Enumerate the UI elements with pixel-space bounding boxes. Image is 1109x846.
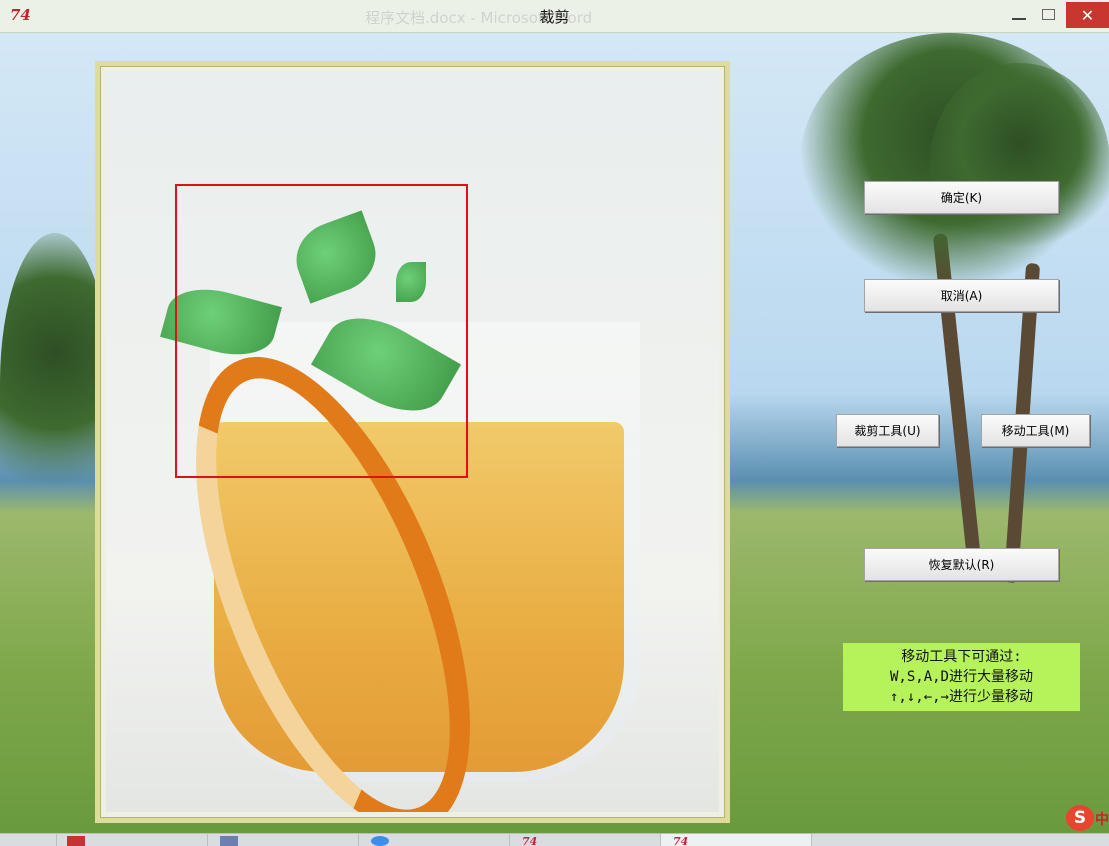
hint-line: ↑,↓,←,→进行少量移动 <box>889 689 1033 705</box>
taskbar: 74 74 <box>0 833 1109 846</box>
maximize-icon <box>1041 8 1055 20</box>
title-bar: 74 程序文档.docx - Microsoft Word 裁剪 ✕ <box>0 0 1109 33</box>
close-button[interactable]: ✕ <box>1066 2 1109 28</box>
palm-tree <box>930 63 1109 263</box>
app-icon: 74 <box>522 835 538 846</box>
ime-icon[interactable]: S <box>1066 805 1094 831</box>
palm-tree <box>0 233 110 533</box>
crop-selection-rectangle[interactable] <box>175 184 468 478</box>
taskbar-item-document[interactable] <box>208 834 359 846</box>
minimize-icon <box>1012 18 1026 20</box>
taskbar-item-app[interactable]: 74 <box>510 834 661 846</box>
cancel-button[interactable]: 取消(A) <box>864 279 1059 312</box>
minimize-button[interactable] <box>1005 0 1033 28</box>
window-title: 裁剪 <box>539 8 570 26</box>
ok-button[interactable]: 确定(K) <box>864 181 1059 214</box>
move-hint-panel: 移动工具下可通过: W,S,A,D进行大量移动 ↑,↓,←,→进行少量移动 <box>843 643 1080 711</box>
taskbar-start[interactable] <box>0 834 57 846</box>
taskbar-item-app-active[interactable]: 74 <box>661 834 812 846</box>
hint-line: 移动工具下可通过: <box>901 649 1022 665</box>
ime-language-indicator[interactable]: 中 <box>1095 809 1109 829</box>
close-icon: ✕ <box>1080 5 1095 25</box>
taskbar-item-browser[interactable] <box>359 834 510 846</box>
hint-line: W,S,A,D进行大量移动 <box>889 669 1033 685</box>
move-tool-button[interactable]: 移动工具(M) <box>981 414 1090 447</box>
reset-button[interactable]: 恢复默认(R) <box>864 548 1059 581</box>
taskbar-item-pdf[interactable] <box>57 834 208 846</box>
maximize-button[interactable] <box>1034 0 1062 28</box>
crop-tool-button[interactable]: 裁剪工具(U) <box>836 414 939 447</box>
app-icon: 74 <box>673 835 689 846</box>
